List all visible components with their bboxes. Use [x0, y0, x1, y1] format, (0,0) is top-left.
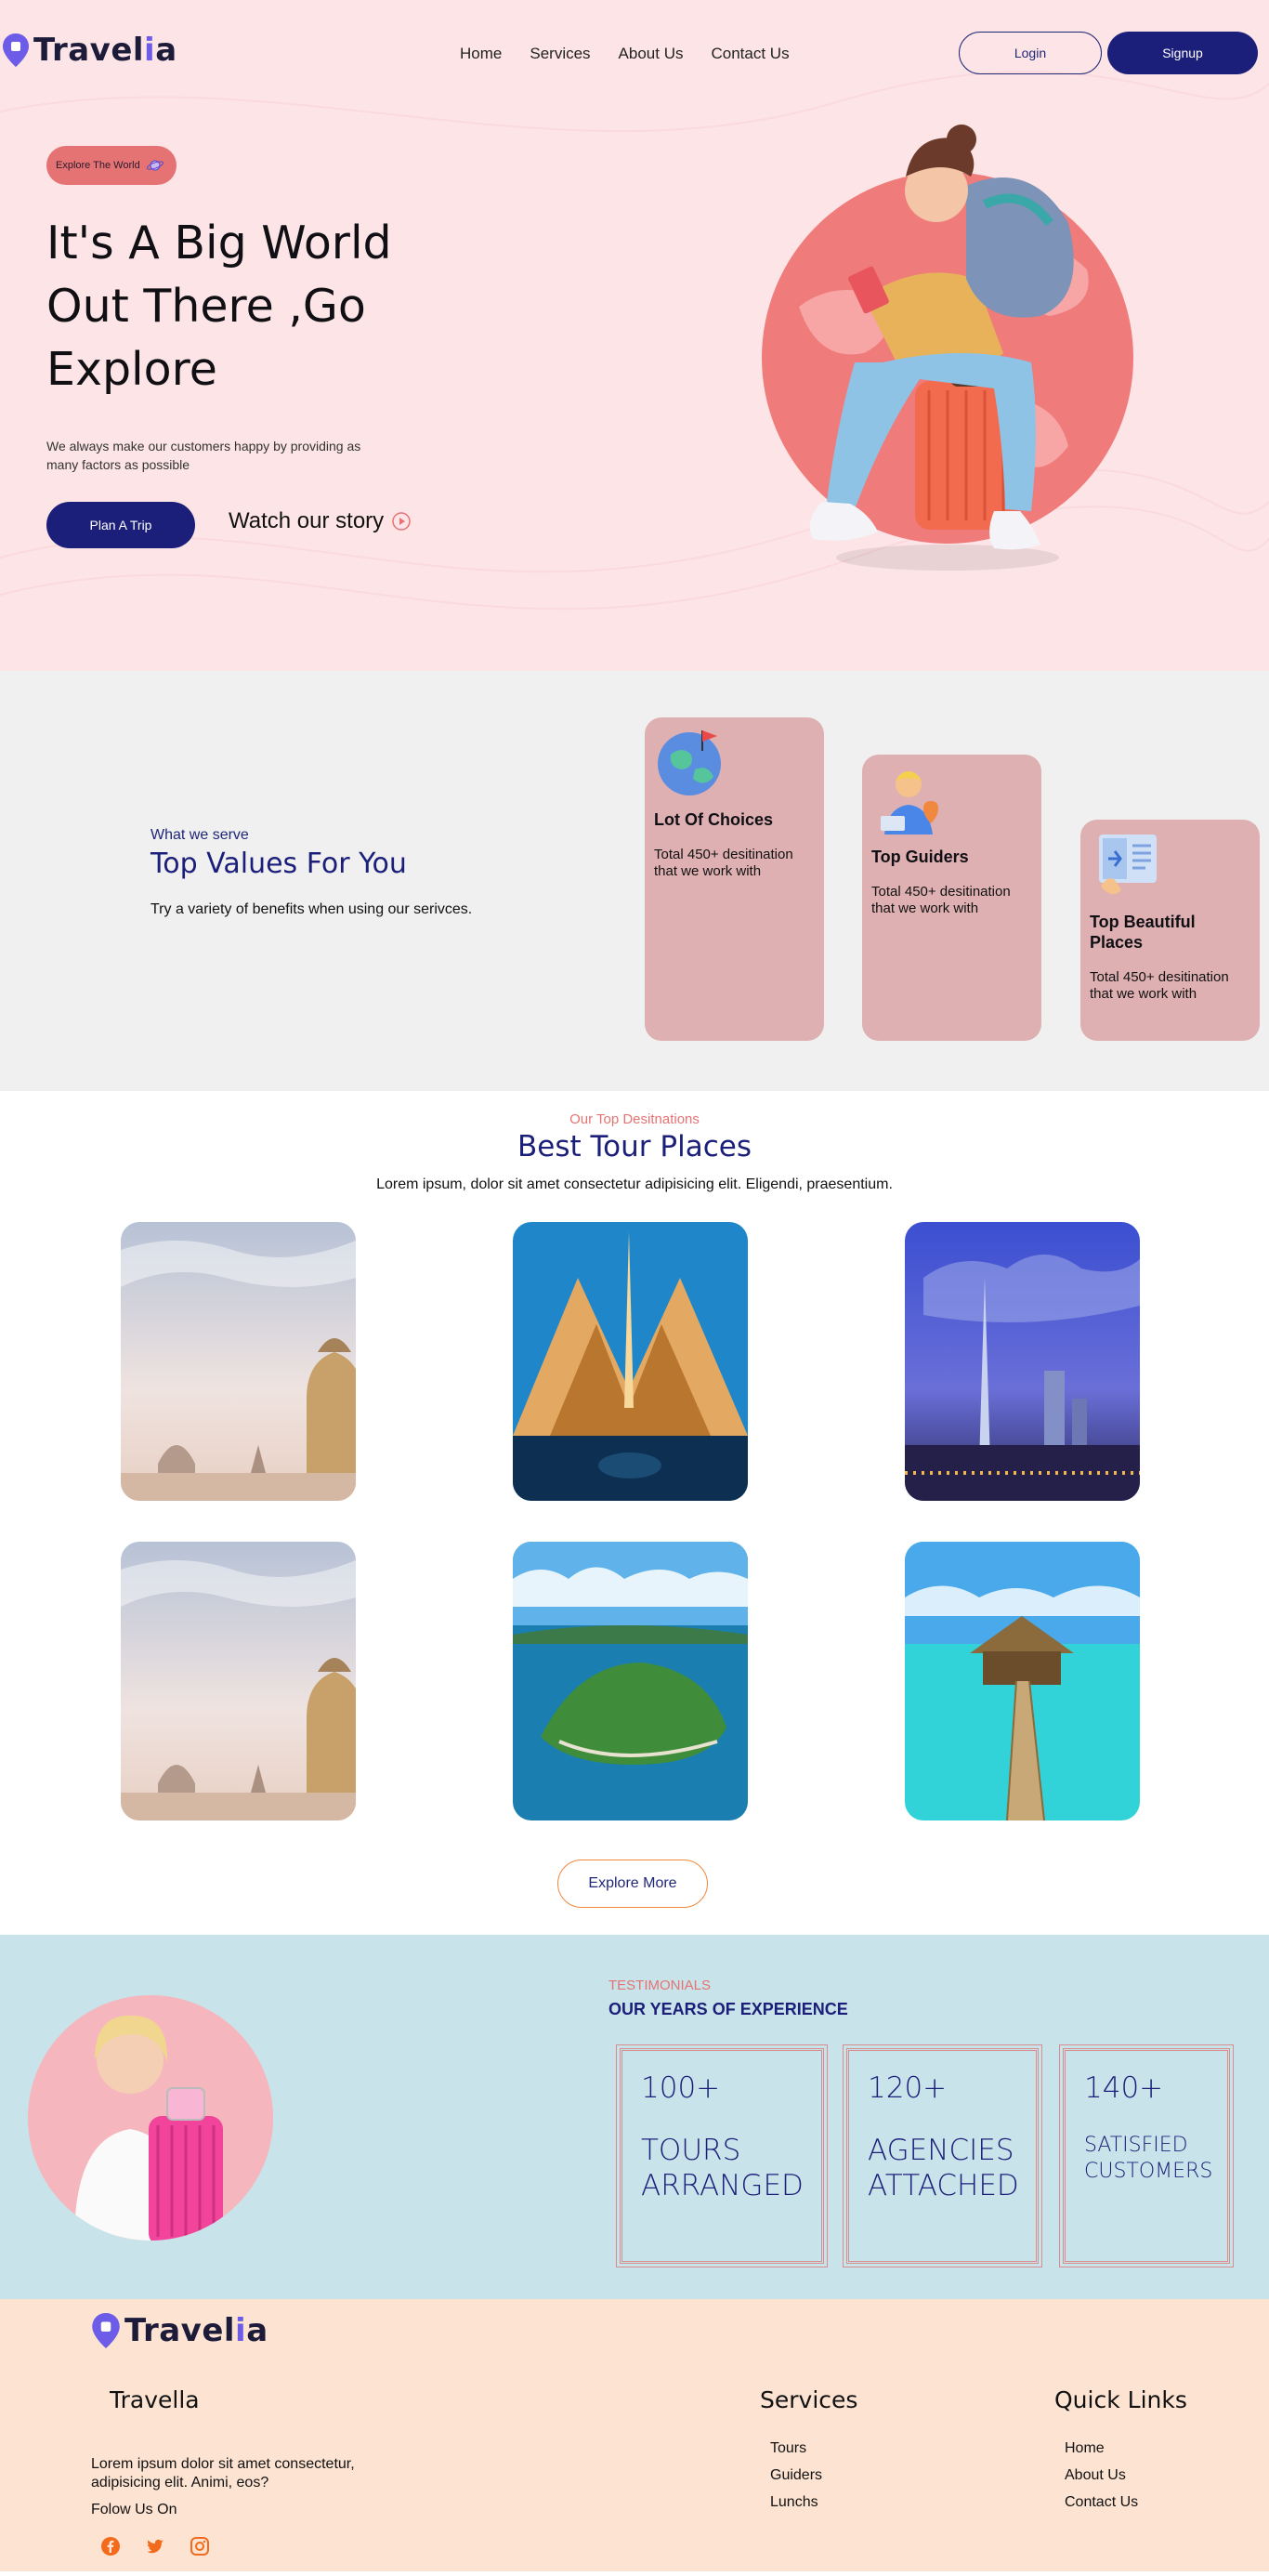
stats-title: OUR YEARS OF EXPERIENCE	[608, 2000, 848, 2018]
watch-story-link[interactable]: Watch our story	[229, 508, 412, 534]
values-subtitle: Try a variety of benefits when using our…	[150, 901, 473, 917]
rome-domes-image	[121, 1542, 356, 1820]
stat-label: TOURS ARRANGED	[641, 2134, 804, 2202]
stat-box-tours: 100+ TOURS ARRANGED	[616, 2044, 828, 2267]
traveler-photo	[28, 1995, 273, 2241]
footer-services-list: Tours Guiders Lunchs	[770, 2435, 822, 2516]
instagram-icon[interactable]	[190, 2536, 210, 2556]
place-card-maldives[interactable]	[905, 1542, 1140, 1820]
places-title: Best Tour Places	[517, 1130, 752, 1163]
rome-domes-image	[121, 1222, 356, 1501]
footer-link-lunchs[interactable]: Lunchs	[770, 2489, 822, 2516]
footer-about-text: Lorem ipsum dolor sit amet consectetur, …	[91, 2456, 355, 2491]
nav-services[interactable]: Services	[530, 45, 590, 63]
monument-image	[513, 1222, 748, 1501]
nav-about-us[interactable]: About Us	[619, 45, 684, 63]
hero-lead: We always make our customers happy by pr…	[46, 439, 361, 472]
value-card-text: Total 450+ desitination that we work wit…	[1090, 969, 1229, 1002]
hero-title: It's A Big World Out There ,Go Explore	[46, 217, 392, 396]
place-card-rome[interactable]	[121, 1222, 356, 1501]
play-icon	[392, 512, 411, 531]
value-card-choices[interactable]: Lot Of Choices Total 450+ desitination t…	[645, 717, 824, 1041]
stat-number: 120+	[868, 2071, 948, 2105]
watch-story-label: Watch our story	[229, 508, 385, 533]
stat-number: 100+	[641, 2071, 721, 2105]
location-pin-icon	[92, 2313, 120, 2348]
value-card-guiders[interactable]: Top Guiders Total 450+ desitination that…	[862, 755, 1041, 1041]
values-eyebrow: What we serve	[150, 827, 249, 843]
water-villa-image	[905, 1542, 1140, 1820]
island-image	[513, 1542, 748, 1820]
footer-link-contact-us[interactable]: Contact Us	[1065, 2489, 1138, 2516]
nav-contact-us[interactable]: Contact Us	[711, 45, 789, 63]
footer-link-home[interactable]: Home	[1065, 2435, 1138, 2462]
footer-services-heading: Services	[760, 2386, 858, 2413]
login-button[interactable]: Login	[959, 32, 1102, 74]
footer-logo[interactable]: Travelia	[91, 2312, 268, 2349]
footer-link-about-us[interactable]: About Us	[1065, 2462, 1138, 2489]
facebook-icon[interactable]	[100, 2536, 121, 2556]
value-card-title: Top Guiders	[871, 848, 969, 866]
brand-logo[interactable]: Travelia	[2, 32, 177, 69]
footer-brand-heading: Travella	[110, 2386, 200, 2413]
place-card-rome-2[interactable]	[121, 1542, 356, 1820]
stats-eyebrow: TESTIMONIALS	[608, 1978, 712, 1993]
place-card-monument[interactable]	[513, 1222, 748, 1501]
value-card-title: Lot Of Choices	[654, 810, 774, 829]
value-card-places[interactable]: Top Beautiful Places Total 450+ desitina…	[1080, 820, 1260, 1041]
places-subtitle: Lorem ipsum, dolor sit amet consectetur …	[376, 1176, 893, 1192]
values-section: What we serve Top Values For You Try a v…	[0, 671, 1269, 1091]
city-skyline-image	[905, 1222, 1140, 1501]
explore-more-button[interactable]: Explore More	[557, 1860, 708, 1908]
hero-section: Travelia Home Services About Us Contact …	[0, 0, 1269, 671]
signup-button[interactable]: Signup	[1107, 32, 1258, 74]
footer-quick-links-list: Home About Us Contact Us	[1065, 2435, 1138, 2516]
stat-label: AGENCIES ATTACHED	[868, 2134, 1019, 2202]
stat-label: SATISFIED CUSTOMERS	[1084, 2134, 1213, 2183]
stat-box-customers: 140+ SATISFIED CUSTOMERS	[1059, 2044, 1234, 2267]
value-card-text: Total 450+ desitination that we work wit…	[654, 847, 793, 879]
place-card-dubai[interactable]	[905, 1222, 1140, 1501]
twitter-icon[interactable]	[145, 2536, 165, 2556]
place-card-island[interactable]	[513, 1542, 748, 1820]
values-title: Top Values For You	[150, 848, 407, 880]
guide-icon	[881, 771, 938, 835]
explore-badge-label: Explore The World	[56, 160, 140, 171]
stat-box-agencies: 120+ AGENCIES ATTACHED	[843, 2044, 1042, 2267]
brand-name: Travelia	[33, 32, 177, 69]
stats-section: TESTIMONIALS OUR YEARS OF EXPERIENCE 100…	[0, 1935, 1269, 2299]
plan-trip-button[interactable]: Plan A Trip	[46, 502, 195, 548]
value-card-text: Total 450+ desitination that we work wit…	[871, 884, 1011, 916]
planet-icon	[146, 160, 164, 171]
value-card-title: Top Beautiful Places	[1090, 913, 1196, 952]
traveler-illustration	[762, 125, 1133, 571]
globe-icon	[658, 730, 721, 795]
nav-home[interactable]: Home	[460, 45, 502, 63]
ticket-icon	[1099, 835, 1157, 895]
main-nav: Home Services About Us Contact Us	[460, 45, 790, 63]
social-links	[100, 2536, 210, 2556]
places-section: Our Top Desitnations Best Tour Places Lo…	[0, 1091, 1269, 1935]
stat-number: 140+	[1084, 2071, 1164, 2105]
explore-badge: Explore The World	[46, 146, 177, 185]
location-pin-icon	[3, 33, 29, 67]
brand-name: Travelia	[124, 2312, 268, 2349]
footer: Travelia Travella Lorem ipsum dolor sit …	[0, 2299, 1269, 2571]
footer-link-guiders[interactable]: Guiders	[770, 2462, 822, 2489]
footer-link-tours[interactable]: Tours	[770, 2435, 822, 2462]
footer-quick-links-heading: Quick Links	[1054, 2386, 1187, 2413]
follow-us-label: Folow Us On	[91, 2502, 177, 2517]
places-eyebrow: Our Top Desitnations	[569, 1111, 700, 1127]
